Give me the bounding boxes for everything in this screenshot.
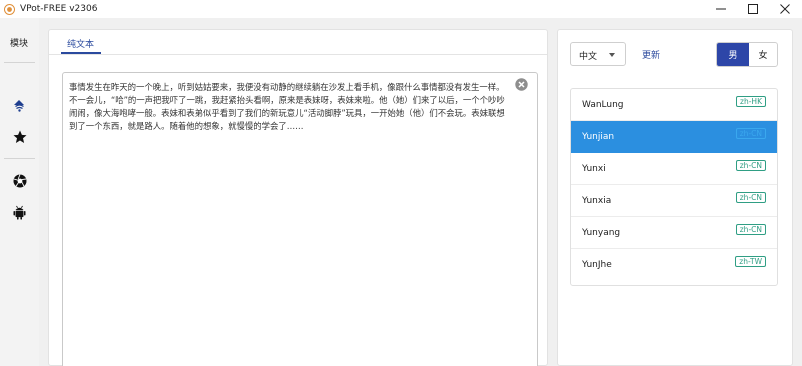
sidebar-item-camera[interactable]	[12, 173, 27, 188]
sidebar-item-android[interactable]	[12, 205, 27, 220]
voice-name: Yunxia	[582, 196, 612, 206]
locale-badge: zh-CN	[735, 224, 766, 235]
clear-icon[interactable]	[515, 78, 528, 91]
text-editor[interactable]: 事情发生在昨天的一个晚上，听到姑姑要来，我便没有动静的继续躺在沙发上看手机，像跟…	[62, 72, 538, 366]
locale-badge: zh-CN	[735, 160, 766, 171]
gender-toggle: 男 女	[716, 42, 778, 67]
voice-item[interactable]: WanLung zh-HK	[571, 89, 777, 121]
sidebar-item-tts[interactable]	[12, 97, 27, 112]
editor-text[interactable]: 事情发生在昨天的一个晚上，听到姑姑要来，我便没有动静的继续躺在沙发上看手机，像跟…	[69, 81, 509, 133]
minimize-icon	[716, 8, 726, 10]
tab-divider	[49, 54, 547, 55]
sidebar-divider	[4, 62, 35, 63]
voice-item[interactable]: Yunxi zh-CN	[571, 153, 777, 185]
chevron-down-icon	[609, 53, 615, 57]
maximize-button[interactable]	[738, 0, 768, 18]
voice-name: YunJhe	[582, 260, 612, 270]
locale-badge: zh-CN	[735, 192, 766, 203]
sidebar-item-favorites[interactable]	[12, 129, 27, 144]
close-icon	[780, 4, 790, 14]
voice-item[interactable]: YunJhe zh-TW	[571, 249, 777, 281]
module-sidebar: 模块	[0, 18, 39, 366]
aperture-icon	[13, 173, 26, 187]
language-value: 中文	[579, 52, 598, 62]
speech-icon	[14, 100, 24, 112]
voice-item[interactable]: Yunyang zh-CN	[571, 217, 777, 249]
voice-name: WanLung	[582, 100, 624, 110]
gender-male-button[interactable]: 男	[717, 43, 749, 66]
sidebar-divider	[4, 158, 35, 159]
voice-name: Yunxi	[582, 164, 606, 174]
locale-badge: zh-HK	[736, 96, 766, 107]
close-button[interactable]	[770, 0, 800, 18]
voice-name: Yunjian	[582, 132, 615, 142]
voice-name: Yunyang	[582, 228, 621, 238]
tab-plain-text[interactable]: 纯文本	[57, 30, 103, 54]
language-select[interactable]: 中文	[570, 42, 626, 66]
app-logo-icon	[4, 4, 15, 15]
window-title: VPot-FREE v2306	[20, 4, 98, 14]
voice-item-selected[interactable]: Yunjian zh-CN	[571, 121, 777, 153]
voice-list: WanLung zh-HK Yunjian zh-CN Yunxi zh-CN …	[570, 88, 778, 286]
text-card: 纯文本 事情发生在昨天的一个晚上，听到姑姑要来，我便没有动静的继续躺在沙发上看手…	[48, 29, 548, 366]
refresh-button[interactable]: 更新	[642, 48, 660, 61]
tab-label: 纯文本	[67, 40, 95, 50]
gender-female-button[interactable]: 女	[749, 43, 777, 66]
minimize-button[interactable]	[706, 0, 736, 18]
module-label: 模块	[10, 39, 29, 49]
android-icon	[13, 205, 26, 220]
title-bar: VPot-FREE v2306	[0, 0, 802, 18]
voice-panel: 中文 更新 男 女 WanLung zh-HK Yunjian zh-CN Yu…	[557, 29, 793, 366]
star-icon	[13, 130, 26, 143]
maximize-icon	[748, 4, 758, 14]
locale-badge: zh-TW	[735, 256, 766, 267]
locale-badge: zh-CN	[735, 128, 766, 139]
voice-item[interactable]: Yunxia zh-CN	[571, 185, 777, 217]
